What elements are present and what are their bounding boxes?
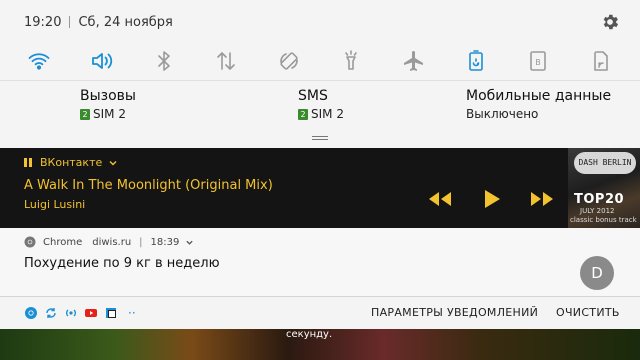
chevron-down-icon[interactable] xyxy=(108,158,118,168)
background-wallpaper: секунду. xyxy=(0,329,640,360)
chrome-notification[interactable]: Chrome diwis.ru | 18:39 Похудение по 9 к… xyxy=(0,228,640,296)
notification-text: Похудение по 9 кг в неделю xyxy=(24,256,220,271)
mobile-data-shortcut[interactable]: Мобильные данные Выключено xyxy=(466,88,611,121)
notification-actions-bar: ·· ПАРАМЕТРЫ УВЕДОМЛЕНИЙ ОЧИСТИТЬ xyxy=(0,297,640,329)
notification-settings-button[interactable]: ПАРАМЕТРЫ УВЕДОМЛЕНИЙ xyxy=(371,306,538,319)
album-art: DASH BERLIN TOP20 JULY 2012 classic bonu… xyxy=(568,148,640,228)
sim-badge: 2 xyxy=(80,108,90,120)
media-artist: Luigi Lusini xyxy=(24,198,86,211)
blue-light-filter-icon: B xyxy=(530,51,547,71)
status-bar: 19:20 Сб, 24 ноября xyxy=(0,0,640,44)
airplane-icon xyxy=(403,51,423,71)
data-transfer-icon xyxy=(217,52,236,70)
play-icon xyxy=(485,190,500,208)
rewind-icon xyxy=(429,192,451,206)
info-row: Вызовы 2 SIM 2 SMS 2 SIM 2 Мобильные дан… xyxy=(0,82,640,128)
screen-cast-icon xyxy=(593,51,608,71)
calls-title: Вызовы xyxy=(80,88,136,104)
clock: 19:20 xyxy=(24,14,62,30)
notification-time: 18:39 xyxy=(150,236,180,248)
panel-drag-handle[interactable] xyxy=(312,136,328,141)
quick-toggles: B xyxy=(0,44,640,78)
date: Сб, 24 ноября xyxy=(78,14,173,30)
media-header: ВКонтакте xyxy=(24,156,118,169)
album-subtitle: classic bonus track xyxy=(570,216,637,224)
more-indicator: ·· xyxy=(128,306,136,320)
screenshot-icon xyxy=(106,308,116,318)
pause-icon xyxy=(24,158,32,167)
flashlight-toggle[interactable] xyxy=(337,47,365,75)
calls-sim: 2 SIM 2 xyxy=(80,107,136,121)
album-date-text: JULY 2012 xyxy=(580,207,615,215)
rewind-button[interactable] xyxy=(426,185,454,213)
chrome-icon xyxy=(25,307,37,319)
media-track-title: A Walk In The Moonlight (Original Mix) xyxy=(24,178,273,193)
wifi-toggle[interactable] xyxy=(25,47,53,75)
wifi-icon xyxy=(28,53,50,70)
settings-gear-icon[interactable] xyxy=(600,12,620,32)
album-logo: DASH BERLIN xyxy=(574,152,636,174)
fast-forward-button[interactable] xyxy=(528,185,556,213)
divider xyxy=(0,80,640,81)
airplane-toggle[interactable] xyxy=(400,47,428,75)
power-saving-icon xyxy=(469,50,483,71)
notification-site: diwis.ru xyxy=(92,236,132,248)
auto-rotate-toggle[interactable] xyxy=(275,47,303,75)
notification-app-icons: ·· xyxy=(24,306,136,320)
sim-badge: 2 xyxy=(298,108,308,120)
chevron-down-icon[interactable] xyxy=(185,238,194,247)
play-button[interactable] xyxy=(478,185,506,213)
power-saving-toggle[interactable] xyxy=(462,47,490,75)
avatar: D xyxy=(580,256,614,290)
clear-button[interactable]: ОЧИСТИТЬ xyxy=(556,306,620,319)
data-transfer-toggle[interactable] xyxy=(212,47,240,75)
bluetooth-toggle[interactable] xyxy=(150,47,178,75)
media-notification[interactable]: ВКонтакте A Walk In The Moonlight (Origi… xyxy=(0,148,640,228)
calls-sim-label: SIM 2 xyxy=(93,107,126,121)
notification-app: Chrome xyxy=(43,236,83,248)
notification-header: Chrome diwis.ru | 18:39 xyxy=(24,236,194,248)
sms-shortcut[interactable]: SMS 2 SIM 2 xyxy=(298,88,344,121)
album-top-text: TOP20 xyxy=(574,192,625,207)
bluetooth-icon xyxy=(158,51,170,71)
flashlight-icon xyxy=(345,50,357,70)
nfc-icon xyxy=(66,309,76,317)
sms-sim: 2 SIM 2 xyxy=(298,107,344,121)
separator xyxy=(69,16,71,28)
mobile-data-title: Мобильные данные xyxy=(466,88,612,104)
separator: | xyxy=(139,236,143,248)
sync-icon xyxy=(46,308,56,318)
sound-icon xyxy=(91,53,112,69)
youtube-icon xyxy=(85,309,97,317)
wallpaper-caption: секунду. xyxy=(286,329,333,340)
screen-cast-toggle[interactable] xyxy=(587,47,615,75)
sms-title: SMS xyxy=(298,88,328,104)
svg-text:B: B xyxy=(536,58,542,67)
sms-sim-label: SIM 2 xyxy=(311,107,344,121)
mobile-data-status: Выключено xyxy=(466,107,539,121)
fast-forward-icon xyxy=(531,192,553,206)
auto-rotate-icon xyxy=(279,52,298,70)
blue-light-filter-toggle[interactable]: B xyxy=(524,47,552,75)
media-app-name: ВКонтакте xyxy=(40,156,103,169)
calls-shortcut[interactable]: Вызовы 2 SIM 2 xyxy=(80,88,136,121)
sound-toggle[interactable] xyxy=(88,47,116,75)
chrome-icon xyxy=(24,236,36,248)
